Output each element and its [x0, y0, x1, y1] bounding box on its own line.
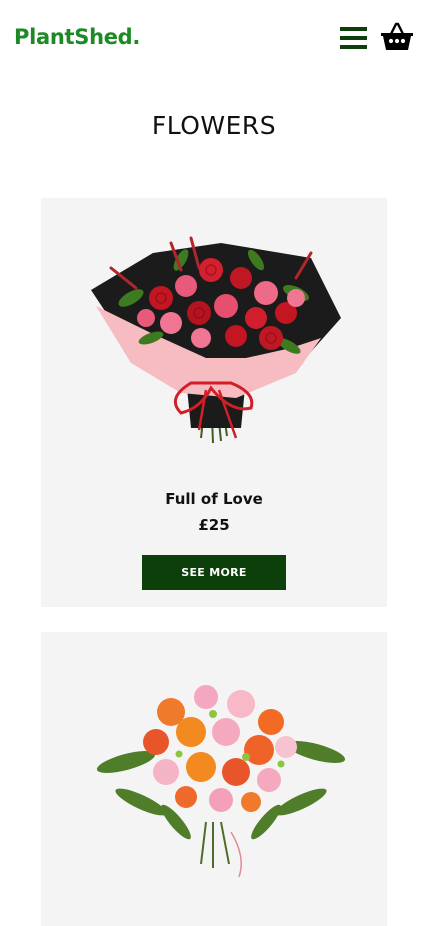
menu-line [340, 45, 367, 49]
site-logo[interactable]: PlantShed. [14, 25, 140, 49]
product-name[interactable]: Full of Love [41, 490, 387, 508]
hamburger-menu-icon[interactable] [340, 26, 367, 50]
product-card[interactable] [41, 632, 387, 926]
page-title: FLOWERS [151, 111, 277, 140]
product-card[interactable]: Full of Love £25 SEE MORE [41, 198, 387, 607]
product-price: £25 [198, 516, 230, 534]
product-image[interactable] [41, 198, 387, 468]
basket-icon[interactable] [380, 22, 414, 52]
see-more-button[interactable]: SEE MORE [142, 555, 286, 590]
menu-line [340, 27, 367, 31]
site-header: PlantShed. [0, 0, 428, 78]
product-image[interactable] [41, 632, 387, 902]
menu-line [340, 36, 367, 40]
